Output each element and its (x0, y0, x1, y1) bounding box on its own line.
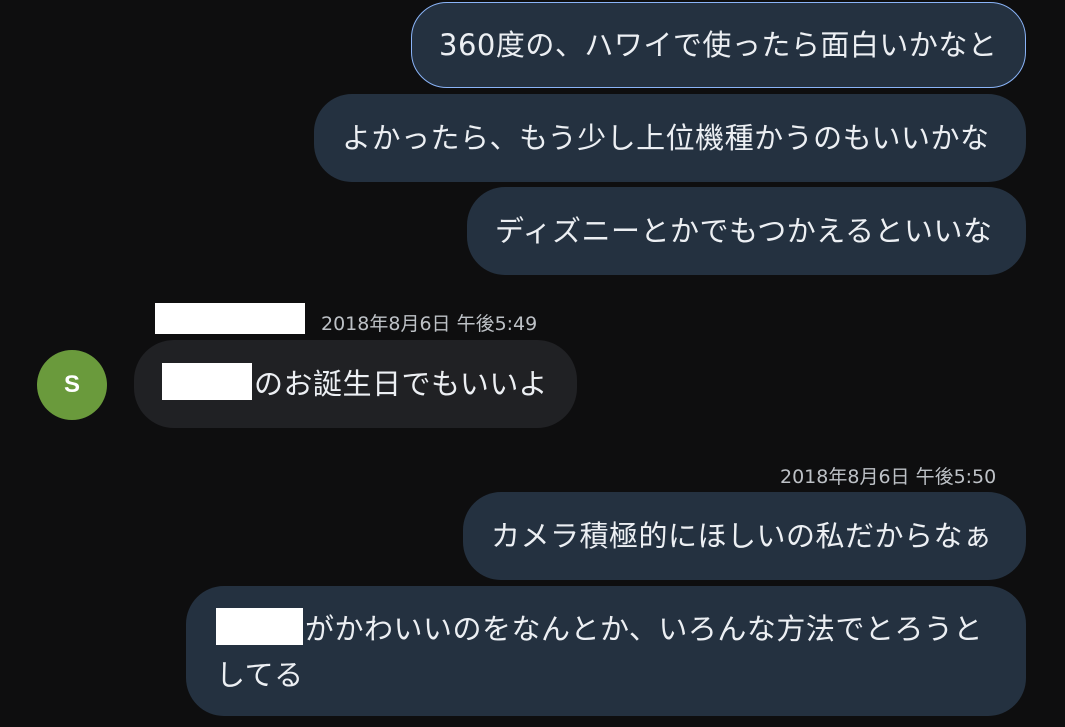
redacted-name (162, 363, 252, 400)
message-text: がかわいいのをなんとか、いろんな方法でとろうと (305, 612, 983, 646)
message-bubble-outgoing[interactable]: カメラ積極的にほしいの私だからなぁ (463, 492, 1026, 580)
message-bubble-incoming[interactable]: のお誕生日でもいいよ (134, 340, 577, 428)
message-text: よかったら、もう少し上位機種かうのもいいかな (342, 121, 990, 155)
message-bubble-outgoing[interactable]: よかったら、もう少し上位機種かうのもいいかな (314, 94, 1026, 182)
sender-name-redacted (155, 303, 305, 334)
message-bubble-outgoing[interactable]: がかわいいのをなんとか、いろんな方法でとろうと してる (186, 586, 1026, 716)
message-bubble-outgoing[interactable]: 360度の、ハワイで使ったら面白いかなと (411, 2, 1026, 88)
message-line: してる (216, 652, 1026, 698)
sender-avatar[interactable]: S (37, 350, 107, 420)
message-bubble-outgoing[interactable]: ディズニーとかでもつかえるといいな (467, 187, 1026, 275)
message-text: のお誕生日でもいいよ (254, 367, 548, 401)
avatar-initial: S (63, 371, 80, 398)
message-timestamp: 2018年8月6日 午後5:49 (321, 313, 538, 335)
redacted-name (216, 608, 303, 645)
message-line: がかわいいのをなんとか、いろんな方法でとろうと (216, 606, 1026, 652)
message-text: カメラ積極的にほしいの私だからなぁ (491, 519, 993, 553)
message-text: してる (216, 658, 304, 692)
message-text: 360度の、ハワイで使ったら面白いかなと (439, 28, 998, 62)
message-timestamp: 2018年8月6日 午後5:50 (780, 466, 997, 488)
message-text: ディズニーとかでもつかえるといいな (495, 214, 993, 248)
